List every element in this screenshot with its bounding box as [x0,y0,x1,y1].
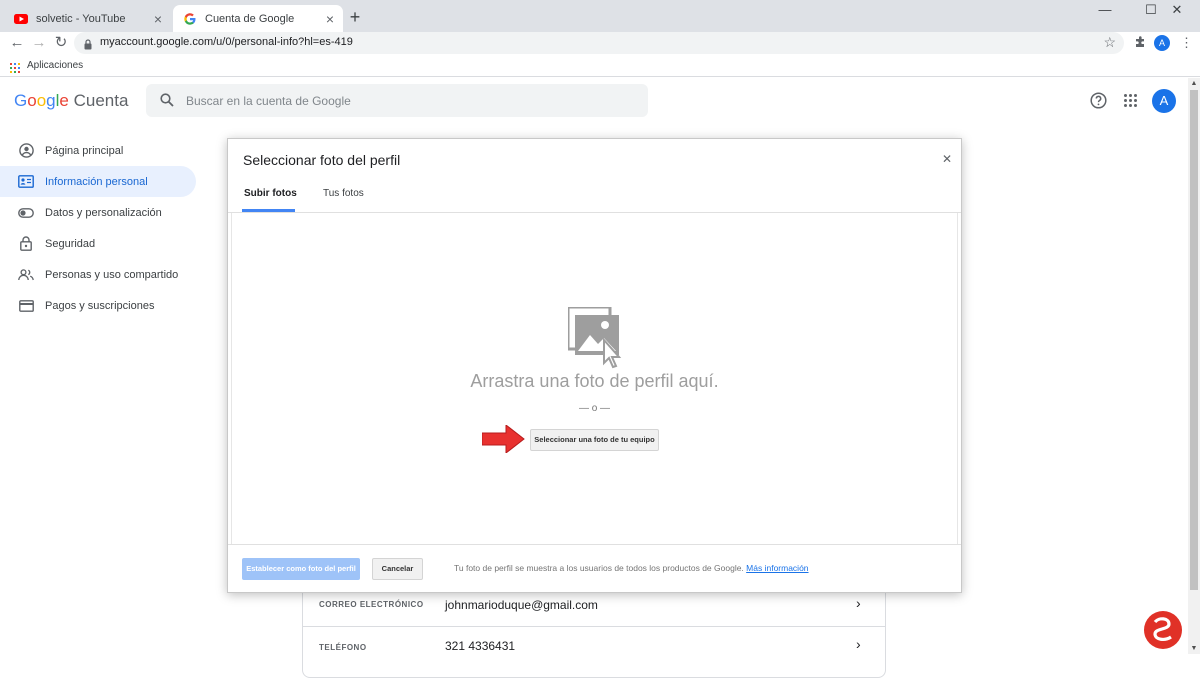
back-icon[interactable]: ← [8,34,26,52]
forward-icon[interactable]: → [30,34,48,52]
sidebar-item-security[interactable]: Seguridad [0,228,200,259]
image-upload-icon [566,305,622,374]
account-circle-icon [18,143,34,159]
scroll-up-icon[interactable]: ▲ [1188,80,1200,87]
url-text: myaccount.google.com/u/0/personal-info?h… [100,36,353,48]
drag-photo-text: Arrastra una foto de perfil aquí. [470,371,719,391]
row-divider [303,626,885,627]
sidebar-item-label: Datos y personalización [45,206,162,219]
help-icon[interactable] [1090,92,1107,114]
phone-label: TELÉFONO [319,643,367,652]
minimize-window-icon[interactable]: — [1082,0,1128,20]
solvetic-watermark-logo [1140,608,1186,657]
browser-tab-youtube[interactable]: solvetic - YouTube × [4,5,171,32]
sidebar-item-label: Página principal [45,144,124,157]
lock-icon [84,37,92,55]
apps-grid-icon[interactable] [10,60,20,78]
phone-row[interactable]: TELÉFONO 321 4336431 › [303,631,885,671]
scroll-down-icon[interactable]: ▼ [1188,645,1200,652]
product-name: Cuenta [73,91,129,110]
footer-note: Tu foto de perfil se muestra a los usuar… [454,563,809,573]
google-apps-icon[interactable] [1124,94,1137,112]
browser-tab-title: Cuenta de Google [205,12,295,25]
select-photo-from-computer-button[interactable]: Seleccionar una foto de tu equipo [530,429,659,451]
browser-profile-avatar[interactable]: A [1154,35,1170,51]
select-profile-photo-dialog: Seleccionar foto del perfil ✕ Subir foto… [227,138,962,593]
or-separator: — o — [578,403,611,414]
sidebar-item-home[interactable]: Página principal [0,135,200,166]
close-icon[interactable]: ✕ [941,152,953,166]
search-placeholder: Buscar en la cuenta de Google [186,94,351,108]
sidebar-item-payments[interactable]: Pagos y suscripciones [0,290,200,321]
footer-note-text: Tu foto de perfil se muestra a los usuar… [454,563,744,573]
toggle-icon [18,205,34,221]
new-tab-button[interactable]: + [346,8,364,26]
chevron-right-icon: › [856,595,861,611]
address-bar[interactable]: myaccount.google.com/u/0/personal-info?h… [74,32,1124,54]
chevron-right-icon: › [856,636,861,652]
account-search-input[interactable]: Buscar en la cuenta de Google [146,84,648,117]
google-g-icon [183,12,197,26]
phone-value: 321 4336431 [445,639,516,653]
close-tab-icon[interactable]: × [321,11,339,27]
bookmarks-bar: Aplicaciones [0,55,1200,77]
apps-bookmark-label[interactable]: Aplicaciones [27,60,83,71]
credit-card-icon [18,298,34,314]
logo-letter: g [46,91,56,110]
page-scrollbar[interactable]: ▲ ▼ [1188,78,1200,654]
contact-info-card: CORREO ELECTRÓNICO johnmarioduque@gmail.… [302,578,886,678]
set-profile-photo-button[interactable]: Establecer como foto del perfil [242,558,360,580]
extensions-puzzle-icon[interactable] [1134,36,1147,54]
sidebar-item-people-sharing[interactable]: Personas y uso compartido [0,259,200,290]
email-value: johnmarioduque@gmail.com [445,598,598,612]
reload-icon[interactable]: ↻ [52,34,70,52]
browser-toolbar: ← → ↻ myaccount.google.com/u/0/personal-… [0,32,1200,55]
search-icon [160,93,174,112]
cancel-button[interactable]: Cancelar [372,558,423,580]
people-icon [18,267,34,283]
sidebar-nav: Página principal Información personal Da… [0,135,200,321]
account-avatar[interactable]: A [1152,89,1176,113]
youtube-icon [14,12,28,26]
logo-letter: G [14,91,28,110]
sidebar-item-label: Personas y uso compartido [45,268,179,281]
browser-tab-title: solvetic - YouTube [36,12,126,25]
browser-tabstrip: solvetic - YouTube × Cuenta de Google × … [0,0,1200,32]
sidebar-item-personal-info[interactable]: Información personal [0,166,196,197]
close-tab-icon[interactable]: × [149,11,167,27]
red-arrow-icon [481,423,526,458]
bookmark-star-icon[interactable]: ☆ [1103,34,1116,51]
scrollbar-thumb[interactable] [1190,90,1198,590]
tab-your-photos[interactable]: Tus fotos [323,188,364,199]
more-info-link[interactable]: Más información [746,563,808,573]
close-window-icon[interactable]: ✕ [1154,0,1200,20]
dialog-title: Seleccionar foto del perfil [243,152,401,168]
sidebar-item-label: Información personal [45,175,148,188]
logo-letter: o [36,91,47,110]
google-account-logo[interactable]: Google Cuenta [14,91,128,111]
sidebar-item-label: Pagos y suscripciones [45,299,155,312]
footer-divider [228,544,961,545]
sidebar-item-data-personalization[interactable]: Datos y personalización [0,197,200,228]
browser-tab-google-account[interactable]: Cuenta de Google × [173,5,343,32]
logo-letter: e [59,91,69,110]
browser-menu-icon[interactable]: ⋮ [1180,34,1193,52]
sidebar-item-label: Seguridad [45,237,96,250]
email-label: CORREO ELECTRÓNICO [319,600,424,609]
lock-icon [18,236,34,252]
id-card-icon [18,174,34,190]
tab-upload-photos[interactable]: Subir fotos [244,188,297,199]
logo-letter: o [27,91,37,110]
